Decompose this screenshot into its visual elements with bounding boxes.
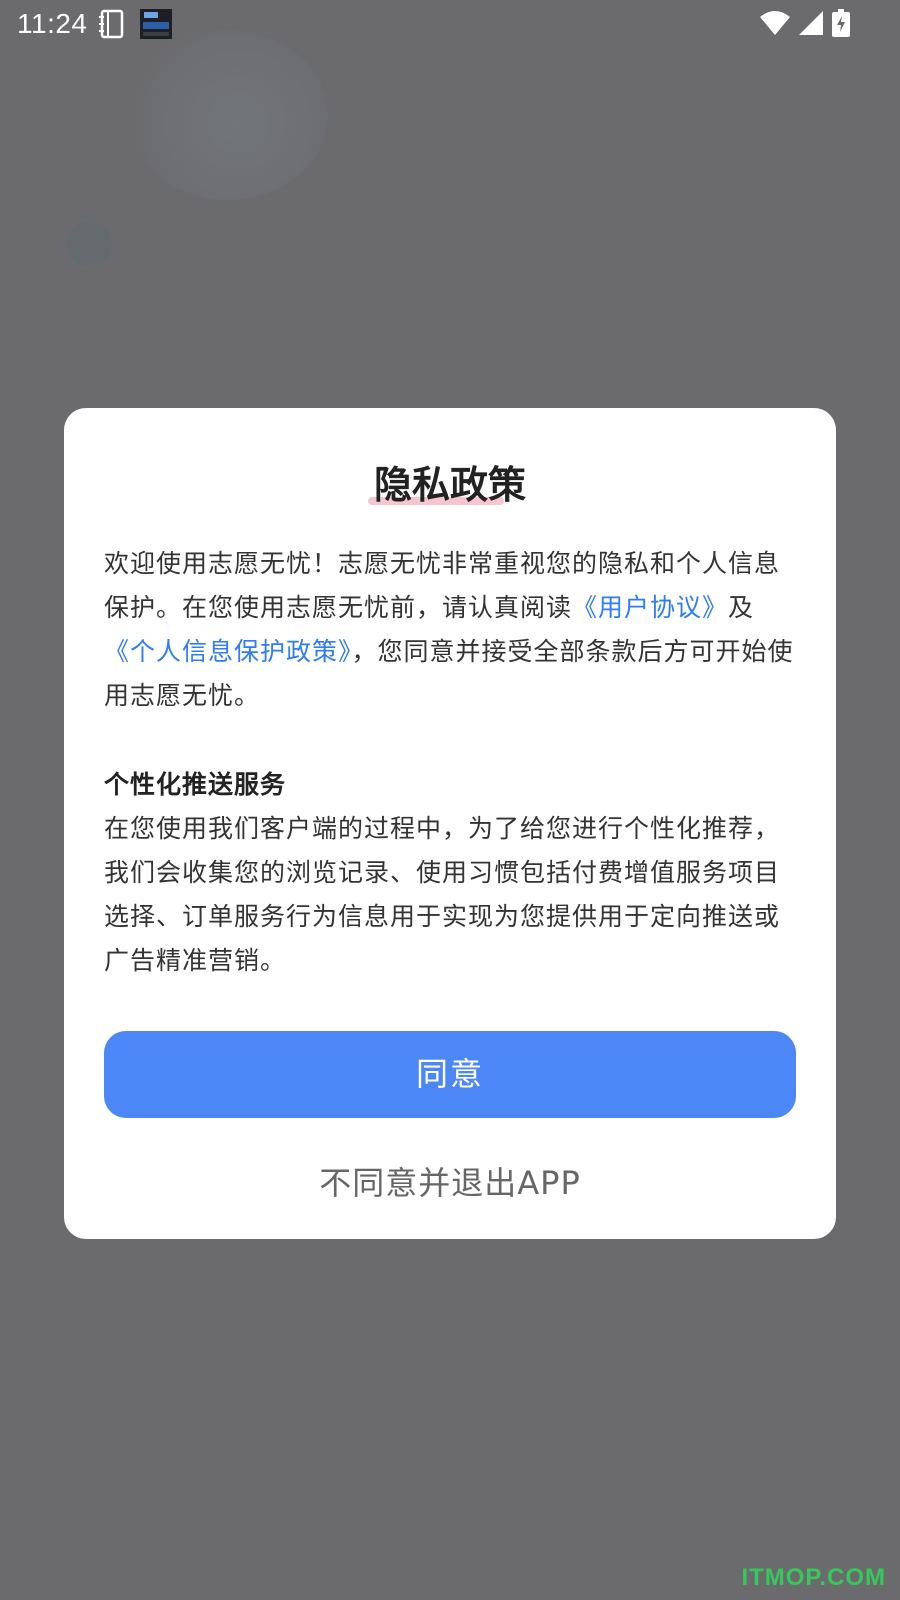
personal-info-policy-link[interactable]: 《个人信息保护政策》 (104, 637, 352, 666)
disagree-exit-button[interactable]: 不同意并退出APP (104, 1158, 796, 1208)
intro-paragraph: 欢迎使用志愿无忧！志愿无忧非常重视您的隐私和个人信息保护。在您使用志愿无忧前，请… (104, 542, 799, 718)
battery-charging-icon (832, 9, 850, 41)
section-body: 在您使用我们客户端的过程中，为了给您进行个性化推荐，我们会收集您的浏览记录、使用… (104, 814, 781, 975)
notebook-icon (98, 9, 126, 43)
intro-text-2: 及 (728, 593, 755, 622)
watermark: ITMOP.COM (741, 1564, 886, 1591)
background-decoration-dot (66, 221, 112, 267)
status-bar: 11:24 (0, 0, 900, 48)
section-heading: 个性化推送服务 (104, 770, 287, 799)
privacy-policy-dialog: 隐私政策 欢迎使用志愿无忧！志愿无忧非常重视您的隐私和个人信息保护。在您使用志愿… (64, 408, 836, 1239)
background-decoration-blob (128, 30, 328, 200)
clock-widget-icon (140, 9, 172, 43)
signal-icon (798, 10, 824, 40)
dialog-title-text: 隐私政策 (373, 463, 526, 507)
status-time: 11:24 (17, 8, 88, 39)
agree-button[interactable]: 同意 (104, 1031, 796, 1118)
dialog-title: 隐私政策 (64, 461, 836, 509)
wifi-icon (760, 10, 790, 40)
user-agreement-link[interactable]: 《用户协议》 (572, 593, 728, 622)
